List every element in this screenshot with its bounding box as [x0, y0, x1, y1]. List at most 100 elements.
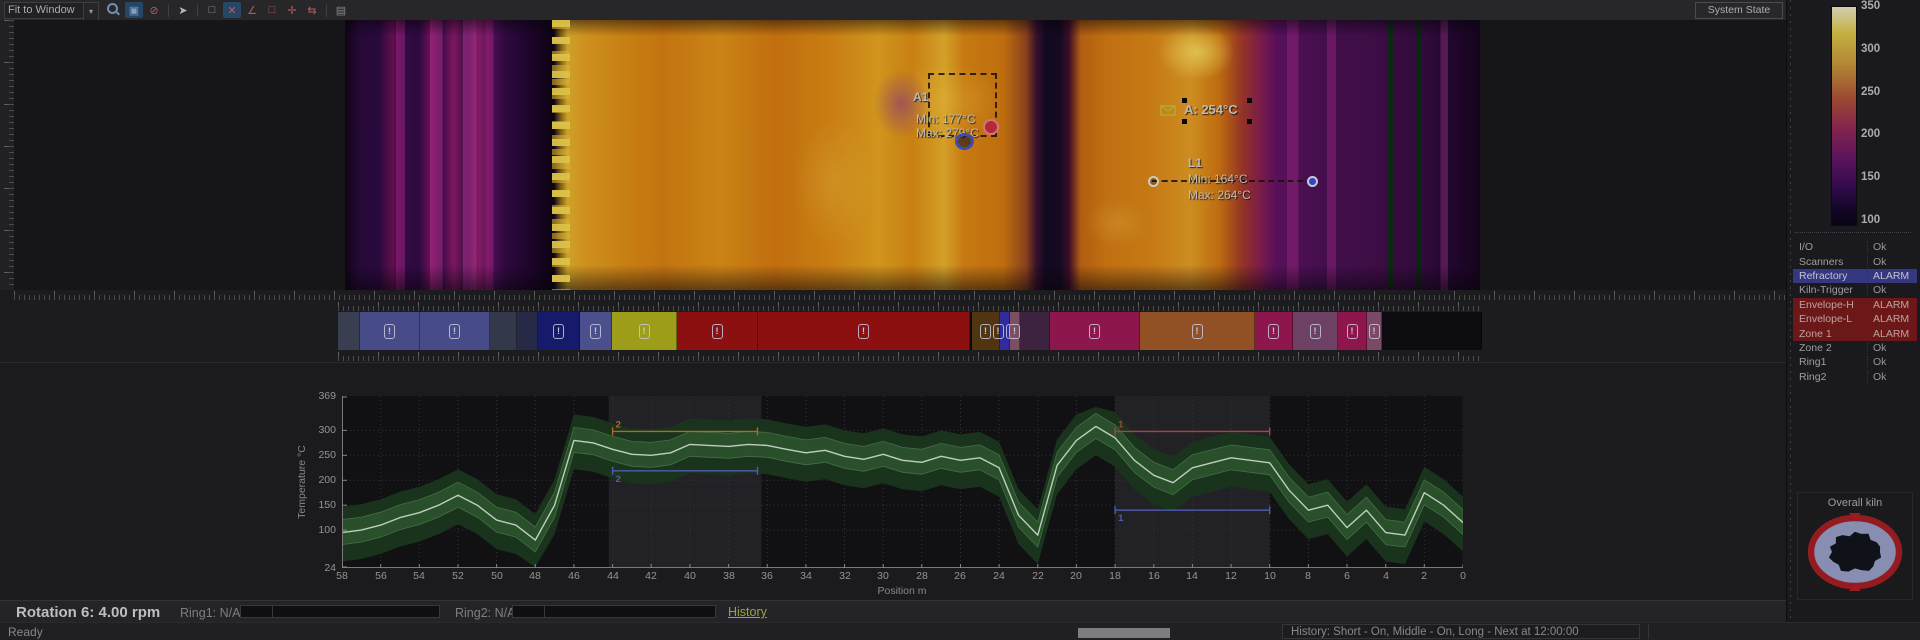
zoom-window-icon[interactable]: ▣ [125, 2, 143, 18]
x-tick-label: 36 [755, 570, 779, 582]
alarm-status-list: I/OOkScannersOkRefractoryALARMKiln-Trigg… [1793, 240, 1917, 384]
status-value: Ok [1867, 241, 1917, 253]
history-schedule-status: History: Short - On, Middle - On, Long -… [1282, 624, 1640, 639]
alert-badge: ! [553, 324, 564, 339]
status-value: ALARM [1867, 270, 1917, 282]
x-tick-label: 24 [987, 570, 1011, 582]
x-tick-label: 38 [717, 570, 741, 582]
alert-badge: ! [858, 324, 869, 339]
zone-segment[interactable]: ! [1255, 312, 1293, 350]
svg-text:1: 1 [1118, 513, 1124, 524]
svg-text:2: 2 [616, 474, 621, 485]
x-tick-label: 32 [833, 570, 857, 582]
line-measure-icon[interactable]: ⇆ [303, 2, 321, 18]
zone-segment[interactable] [517, 312, 538, 350]
zone-segment[interactable] [490, 312, 517, 350]
selection-handle[interactable] [1247, 98, 1252, 103]
rotation-status-bar: Rotation 6: 4.00 rpm Ring1: N/A Ring2: N… [0, 600, 1786, 623]
status-value: ALARM [1867, 313, 1917, 325]
view-mode-select[interactable]: Fit to Window [4, 2, 88, 19]
toolbar-icons: ▣⊘➤□✕∠□✛⇆▤ [104, 1, 351, 19]
colorbar-tick-label: 300 [1861, 43, 1880, 55]
ring2-gauge-small [512, 605, 545, 618]
history-link[interactable]: History [728, 605, 767, 619]
zone-segment[interactable]: ! [580, 312, 612, 350]
app-window: Fit to Window ▾ ▣⊘➤□✕∠□✛⇆▤ System State … [0, 0, 1920, 640]
selection-handle[interactable] [1247, 119, 1252, 124]
dropdown-arrow-icon[interactable]: ▾ [83, 2, 99, 21]
panel-splitter[interactable] [1789, 0, 1792, 622]
zone-segment[interactable]: ! [420, 312, 490, 350]
zone-segment[interactable]: ! [677, 312, 758, 350]
status-row-i-o[interactable]: I/OOk [1793, 240, 1917, 254]
status-label: Kiln-Trigger [1793, 284, 1867, 296]
right-panel: 350300250200150100 I/OOkScannersOkRefrac… [1786, 0, 1920, 622]
selection-handle[interactable] [1182, 119, 1187, 124]
status-label: Ring1 [1793, 356, 1867, 368]
status-row-ring2[interactable]: Ring2Ok [1793, 370, 1917, 384]
status-value: ALARM [1867, 299, 1917, 311]
x-tick-label: 14 [1180, 570, 1204, 582]
status-row-scanners[interactable]: ScannersOk [1793, 254, 1917, 268]
overall-kiln-gauge [1803, 511, 1907, 593]
zone-segment[interactable] [1020, 312, 1050, 350]
point-measure-icon[interactable]: ✛ [283, 2, 301, 18]
x-tick-label: 28 [910, 570, 934, 582]
status-row-ring1[interactable]: Ring1Ok [1793, 355, 1917, 369]
svg-text:2: 2 [616, 419, 621, 430]
vertical-ruler [0, 20, 14, 290]
status-label: Refractory [1793, 270, 1867, 282]
x-tick-label: 34 [794, 570, 818, 582]
x-tick-label: 44 [601, 570, 625, 582]
status-label: Scanners [1793, 256, 1867, 268]
a1-label: A1 [913, 90, 928, 104]
thermal-image[interactable]: A1 Min: 177°C Max: 279°C A: 254°C L1 Min… [345, 20, 1480, 290]
x-tick-label: 48 [523, 570, 547, 582]
x-tick-label: 8 [1296, 570, 1320, 582]
status-row-envelope-l[interactable]: Envelope-LALARM [1793, 312, 1917, 326]
select-rect-icon[interactable]: □ [203, 2, 221, 18]
svg-text:1: 1 [1118, 419, 1124, 430]
l1-min-label: Min: 164°C [1188, 172, 1248, 186]
l1-max-label: Max: 264°C [1188, 188, 1251, 202]
cursor-icon[interactable]: ➤ [174, 2, 192, 18]
angle-measure-icon[interactable]: ∠ [243, 2, 261, 18]
l1-start-handle[interactable] [1148, 176, 1159, 187]
x-tick-label: 12 [1219, 570, 1243, 582]
system-state-button[interactable]: System State [1695, 2, 1783, 19]
zone-segment[interactable]: ! [1367, 312, 1382, 350]
zone-segment[interactable]: ! [360, 312, 420, 350]
zone-segment[interactable]: ! [538, 312, 580, 350]
status-row-kiln-trigger[interactable]: Kiln-TriggerOk [1793, 283, 1917, 297]
zone-segment[interactable]: ! [1338, 312, 1367, 350]
x-tick-label: 56 [369, 570, 393, 582]
l1-end-handle[interactable] [1307, 176, 1318, 187]
zone-segment[interactable]: ! [612, 312, 677, 350]
colorbar-tick-label: 100 [1861, 214, 1880, 226]
ring1-gauge-small [240, 605, 273, 618]
profile-chart-canvas[interactable]: 2 2 1 1 [342, 396, 1463, 568]
a1-max-point-marker[interactable] [983, 119, 999, 135]
overall-kiln-panel: Overall kiln [1797, 492, 1913, 600]
zone-ruler-bottom [338, 352, 1482, 361]
alert-badge: ! [1009, 324, 1020, 339]
alert-badge: ! [449, 324, 460, 339]
rect-measure-icon[interactable]: □ [263, 2, 281, 18]
zone-segment[interactable] [338, 312, 360, 350]
measure-area-a[interactable]: A: 254°C [1184, 100, 1250, 122]
a1-min-point-marker[interactable] [955, 133, 974, 150]
status-row-zone-2[interactable]: Zone 2Ok [1793, 341, 1917, 355]
zone-segment[interactable]: ! [758, 312, 970, 350]
zone-segment[interactable]: ! [1010, 312, 1020, 350]
status-row-envelope-h[interactable]: Envelope-HALARM [1793, 298, 1917, 312]
zone-segment[interactable]: ! [1050, 312, 1140, 350]
zone-segment[interactable]: ! [1140, 312, 1255, 350]
colorbar-tick-label: 150 [1861, 171, 1880, 183]
zoom-reset-icon[interactable]: ⊘ [145, 2, 163, 18]
keyboard-icon[interactable]: ▤ [332, 2, 350, 18]
status-row-zone-1[interactable]: Zone 1ALARM [1793, 326, 1917, 340]
delete-measure-icon[interactable]: ✕ [223, 2, 241, 18]
zone-segment[interactable]: ! [1293, 312, 1338, 350]
zoom-icon[interactable] [105, 2, 123, 18]
status-row-refractory[interactable]: RefractoryALARM [1793, 269, 1917, 283]
